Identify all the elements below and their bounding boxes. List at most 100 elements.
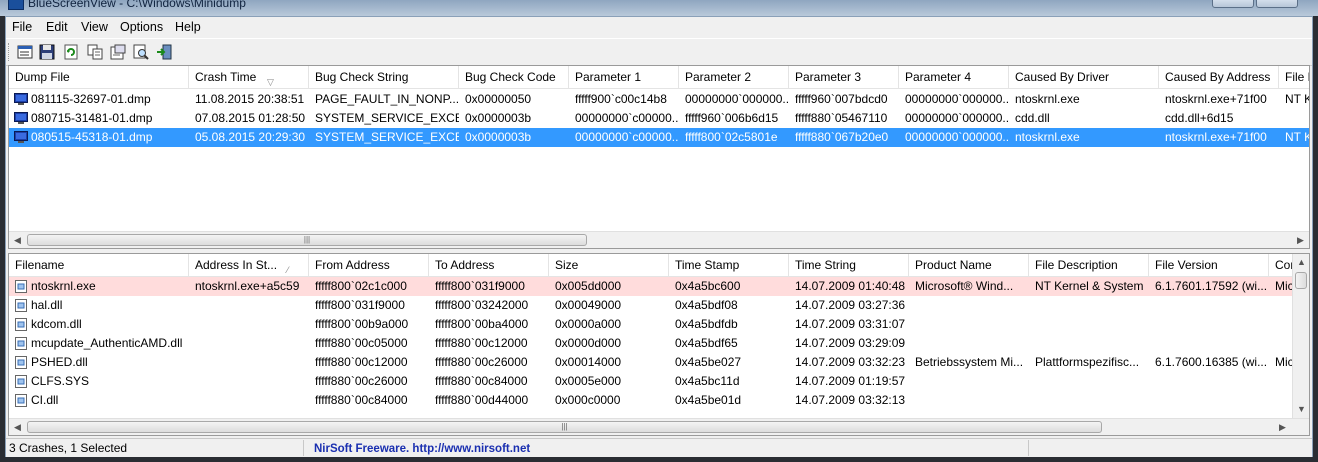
table-row[interactable]: 080715-31481-01.dmp 07.08.2015 01:28:50 SY… bbox=[9, 109, 1309, 128]
cell-time-stamp: 0x4a5bdfdb bbox=[675, 317, 738, 331]
column-header-dump-file[interactable]: Dump File bbox=[9, 66, 189, 88]
properties-window-icon[interactable] bbox=[16, 43, 34, 61]
cell-caused-by-driver: cdd.dll bbox=[1015, 111, 1050, 125]
column-header-label: Filename bbox=[15, 258, 65, 272]
column-header-crash-time[interactable]: Crash Time ▽ bbox=[189, 66, 309, 88]
cell-file-version bbox=[1149, 315, 1269, 334]
menu-file[interactable]: File bbox=[10, 19, 34, 35]
crash-list-hscrollbar[interactable]: ◀ ||| ▶ bbox=[9, 231, 1309, 248]
cell-parameter-2: fffff960`006b6d15 bbox=[685, 111, 779, 125]
table-row[interactable]: kdcom.dll fffff800`00b9a000 fffff800`00ba4… bbox=[9, 315, 1309, 334]
column-header-file-d[interactable]: File D bbox=[1279, 66, 1309, 88]
cell-crash-time: 07.08.2015 01:28:50 bbox=[195, 111, 306, 125]
column-header-time-string[interactable]: Time String bbox=[789, 254, 909, 276]
cell-time-string: 14.07.2009 01:40:48 bbox=[795, 279, 906, 293]
cell-parameter-4: 00000000`000000... bbox=[905, 130, 1009, 144]
scroll-down-icon[interactable]: ▼ bbox=[1293, 401, 1309, 418]
find-icon[interactable] bbox=[132, 43, 150, 61]
table-row[interactable]: hal.dll fffff800`031f9000 fffff800`0324200… bbox=[9, 296, 1309, 315]
table-row[interactable]: ntoskrnl.exe ntoskrnl.exe+a5c59 fffff800`0… bbox=[9, 277, 1309, 296]
column-header-caused-by-address[interactable]: Caused By Address bbox=[1159, 66, 1279, 88]
scroll-left-icon[interactable]: ◀ bbox=[9, 232, 26, 248]
sort-indicator-icon: ⁄ bbox=[287, 265, 289, 275]
scroll-right-icon[interactable]: ▶ bbox=[1292, 232, 1309, 248]
cell-size: 0x00049000 bbox=[555, 298, 622, 312]
menu-options[interactable]: Options bbox=[118, 19, 165, 35]
table-row[interactable]: 081115-32697-01.dmp 11.08.2015 20:38:51 PA… bbox=[9, 90, 1309, 109]
column-header-parameter-1[interactable]: Parameter 1 bbox=[569, 66, 679, 88]
cell-from-address: fffff880`00c05000 bbox=[315, 336, 408, 350]
save-icon[interactable] bbox=[38, 43, 56, 61]
cell-file-description bbox=[1029, 334, 1149, 353]
nirsoft-link[interactable]: NirSoft Freeware. http://www.nirsoft.net bbox=[314, 443, 530, 455]
scroll-left-icon[interactable]: ◀ bbox=[9, 419, 26, 435]
cell-address-in-st bbox=[189, 372, 309, 391]
cell-to-address: fffff800`031f9000 bbox=[435, 279, 525, 293]
column-header-label: Caused By Driver bbox=[1015, 70, 1110, 84]
column-header-bug-check-code[interactable]: Bug Check Code bbox=[459, 66, 569, 88]
exit-icon[interactable] bbox=[155, 43, 173, 61]
html-report-icon[interactable] bbox=[109, 43, 127, 61]
cell-product-name bbox=[909, 296, 1029, 315]
cell-size: 0x00014000 bbox=[555, 355, 622, 369]
column-header-from-address[interactable]: From Address bbox=[309, 254, 429, 276]
column-header-product-name[interactable]: Product Name bbox=[909, 254, 1029, 276]
menu-help[interactable]: Help bbox=[173, 19, 203, 35]
cell-product-name bbox=[909, 334, 1029, 353]
table-row[interactable]: PSHED.dll fffff880`00c12000 fffff880`00c26… bbox=[9, 353, 1309, 372]
close-button[interactable] bbox=[1256, 0, 1298, 8]
column-header-parameter-2[interactable]: Parameter 2 bbox=[679, 66, 789, 88]
cell-address-in-st bbox=[189, 315, 309, 334]
cell-time-string: 14.07.2009 03:32:23 bbox=[795, 355, 906, 369]
cell-bug-check-code: 0x0000003b bbox=[465, 130, 532, 144]
column-header-label: Parameter 1 bbox=[575, 70, 642, 84]
scroll-right-icon[interactable]: ▶ bbox=[1274, 419, 1291, 435]
cell-parameter-1: fffff900`c00c14b8 bbox=[575, 92, 667, 106]
title-bar[interactable]: BlueScreenView - C:\Windows\Minidump bbox=[0, 0, 1318, 16]
menu-view[interactable]: View bbox=[79, 19, 110, 35]
column-header-file-description[interactable]: File Description bbox=[1029, 254, 1149, 276]
column-header-label: Crash Time bbox=[195, 70, 257, 84]
driver-list-hscrollbar[interactable]: ◀ ||| ▶ bbox=[9, 418, 1309, 435]
copy-icon[interactable] bbox=[86, 43, 104, 61]
refresh-icon[interactable] bbox=[62, 43, 80, 61]
table-row[interactable]: CLFS.SYS fffff880`00c26000 fffff880`00c840… bbox=[9, 372, 1309, 391]
menu-edit[interactable]: Edit bbox=[44, 19, 70, 35]
scrollbar-thumb[interactable]: ||| bbox=[27, 234, 587, 246]
table-row[interactable]: 080515-45318-01.dmp 05.08.2015 20:29:30 SY… bbox=[9, 128, 1309, 147]
cell-time-stamp: 0x4a5bc11d bbox=[675, 374, 740, 388]
cell-to-address: fffff800`03242000 bbox=[435, 298, 529, 312]
vscrollbar-thumb[interactable] bbox=[1295, 272, 1307, 289]
table-row[interactable]: CI.dll fffff880`00c84000 fffff880`00d44000… bbox=[9, 391, 1309, 410]
cell-file-description: NT Kernel & System bbox=[1035, 279, 1144, 293]
cell-time-string: 14.07.2009 03:32:13 bbox=[795, 393, 906, 407]
crash-list-header: Dump File Crash Time ▽ Bug Check String Bug … bbox=[9, 66, 1309, 89]
column-header-size[interactable]: Size bbox=[549, 254, 669, 276]
cell-time-string: 14.07.2009 03:31:07 bbox=[795, 317, 906, 331]
column-header-caused-by-driver[interactable]: Caused By Driver bbox=[1009, 66, 1159, 88]
column-header-address-in-st[interactable]: Address In St... ⁄ bbox=[189, 254, 309, 276]
cell-parameter-4: 00000000`000000... bbox=[905, 92, 1009, 106]
cell-parameter-3: fffff880`067b20e0 bbox=[795, 130, 889, 144]
scroll-up-icon[interactable]: ▲ bbox=[1293, 254, 1309, 271]
column-header-parameter-4[interactable]: Parameter 4 bbox=[899, 66, 1009, 88]
scrollbar-thumb[interactable]: ||| bbox=[27, 421, 1102, 433]
column-header-file-version[interactable]: File Version bbox=[1149, 254, 1269, 276]
status-bar: 3 Crashes, 1 Selected NirSoft Freeware. … bbox=[6, 438, 1312, 457]
column-header-time-stamp[interactable]: Time Stamp bbox=[669, 254, 789, 276]
column-header-filename[interactable]: Filename bbox=[9, 254, 189, 276]
cell-time-stamp: 0x4a5be01d bbox=[675, 393, 742, 407]
cell-size: 0x0005e000 bbox=[555, 374, 622, 388]
driver-list-vscrollbar[interactable]: ▲ ▼ bbox=[1292, 254, 1309, 418]
minimize-button[interactable] bbox=[1212, 0, 1254, 8]
cell-to-address: fffff880`00c26000 bbox=[435, 355, 528, 369]
column-header-to-address[interactable]: To Address bbox=[429, 254, 549, 276]
column-header-parameter-3[interactable]: Parameter 3 bbox=[789, 66, 899, 88]
column-header-label: File D bbox=[1285, 70, 1309, 84]
cell-from-address: fffff880`00c84000 bbox=[315, 393, 408, 407]
table-row[interactable]: mcupdate_AuthenticAMD.dll fffff880`00c050… bbox=[9, 334, 1309, 353]
cell-size: 0x0000a000 bbox=[555, 317, 622, 331]
cell-parameter-3: fffff880`05467110 bbox=[795, 111, 888, 125]
main-window: File Edit View Options Help Dump File Crash T… bbox=[5, 16, 1313, 457]
column-header-bug-check-string[interactable]: Bug Check String bbox=[309, 66, 459, 88]
